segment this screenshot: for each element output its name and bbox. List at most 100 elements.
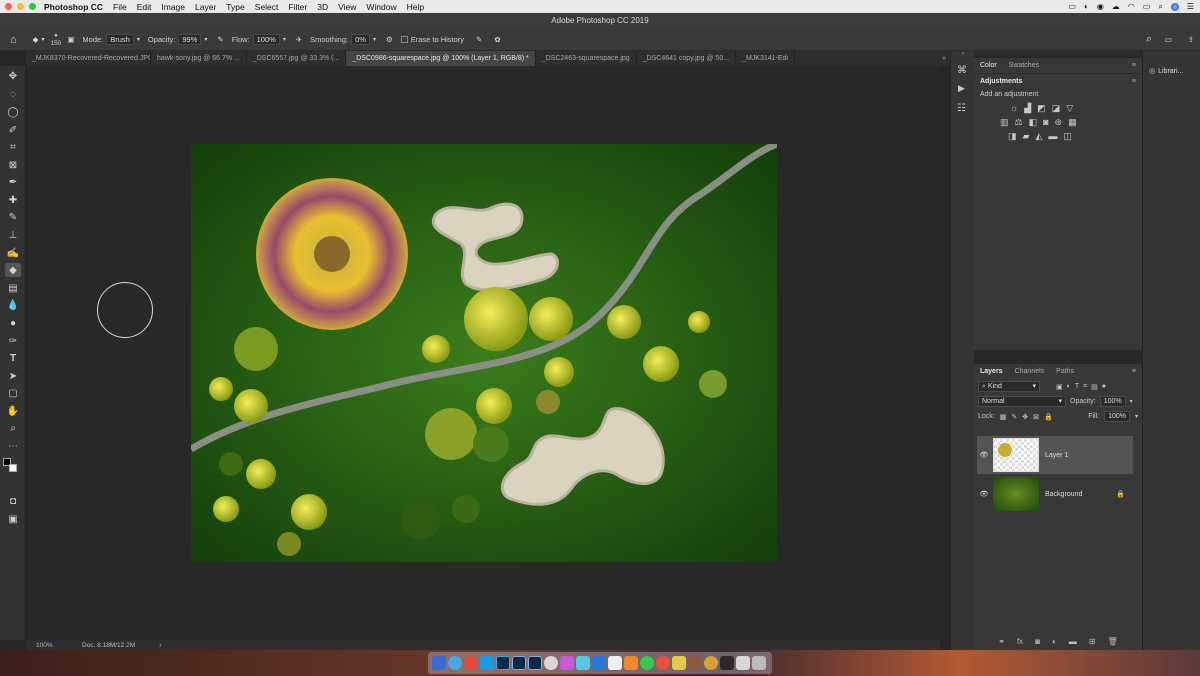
libraries-icon[interactable]: ◎ — [1149, 67, 1155, 75]
eyedropper-tool-icon[interactable]: ✒ — [5, 175, 21, 189]
chevron-down-icon[interactable]: ▾ — [1130, 398, 1133, 405]
search-icon[interactable]: ⌕ — [1158, 2, 1162, 12]
tab-document-active[interactable]: _DSC0986-squarespace.jpg @ 100% (Layer 1… — [346, 51, 536, 66]
minimize-window-button[interactable] — [17, 3, 24, 10]
notification-center-icon[interactable]: ☰ — [1187, 2, 1194, 11]
filter-shape-icon[interactable]: ⌗ — [1083, 383, 1087, 391]
black-white-icon[interactable]: ◧ — [1029, 117, 1038, 128]
tab-color[interactable]: Color — [974, 62, 1003, 69]
lock-position-icon[interactable]: ✥ — [1022, 413, 1028, 421]
symmetry-icon[interactable]: ✿ — [494, 35, 500, 44]
erase-to-history-checkbox[interactable] — [400, 36, 408, 43]
lock-artboard-icon[interactable]: ⊠ — [1033, 413, 1039, 421]
photoshop-icon[interactable] — [496, 656, 510, 670]
pressure-opacity-icon[interactable]: ✎ — [217, 35, 223, 44]
panel-menu-icon[interactable]: ≡ — [1126, 62, 1142, 69]
menu-help[interactable]: Help — [407, 2, 424, 12]
eraser-tool-icon[interactable]: ◆ — [5, 263, 21, 277]
app-icon[interactable] — [688, 656, 702, 670]
tab-document[interactable]: _DSC2463-squarespace.jpg — [536, 51, 637, 66]
tab-layers[interactable]: Layers — [974, 368, 1009, 375]
system-prefs-icon[interactable] — [544, 656, 558, 670]
tabs-overflow-icon[interactable]: » — [942, 51, 950, 66]
mail-icon[interactable] — [480, 656, 494, 670]
display-icon[interactable]: ▭ — [1068, 2, 1076, 11]
type-tool-icon[interactable]: T — [5, 351, 21, 365]
panel-menu-icon[interactable]: ≡ — [1126, 368, 1142, 375]
share-icon[interactable]: ⇪ — [1188, 35, 1194, 44]
menu-3d[interactable]: 3D — [317, 2, 328, 12]
menu-image[interactable]: Image — [161, 2, 185, 12]
selective-color-icon[interactable]: ◫ — [1063, 131, 1072, 142]
calendar-icon[interactable] — [608, 656, 622, 670]
color-lookup-icon[interactable]: ▦ — [1068, 117, 1077, 128]
tab-adjustments[interactable]: Adjustments — [974, 78, 1028, 85]
maximize-window-button[interactable] — [29, 3, 36, 10]
frame-tool-icon[interactable]: ⊠ — [5, 158, 21, 172]
app-icon[interactable] — [656, 656, 670, 670]
history-brush-tool-icon[interactable]: ✍ — [5, 246, 21, 260]
app-icon[interactable] — [720, 656, 734, 670]
lasso-tool-icon[interactable]: ◯ — [5, 105, 21, 119]
layer-kind-filter[interactable]: ⌕ Kind ▾ — [978, 381, 1040, 392]
chevron-down-icon[interactable]: ▾ — [137, 36, 140, 43]
chevron-down-icon[interactable]: ▾ — [204, 36, 207, 43]
chrome-icon[interactable] — [464, 656, 478, 670]
chevron-down-icon[interactable]: ▾ — [41, 36, 44, 43]
marquee-tool-icon[interactable]: ◌ — [5, 87, 21, 101]
layer-style-icon[interactable]: fx — [1017, 637, 1023, 646]
screen-mode-icon[interactable]: ▣ — [5, 512, 21, 526]
chevron-down-icon[interactable]: ▾ — [1135, 413, 1138, 420]
path-selection-tool-icon[interactable]: ➤ — [5, 369, 21, 383]
safari-icon[interactable] — [448, 656, 462, 670]
tab-swatches[interactable]: Swatches — [1003, 62, 1045, 69]
app-icon[interactable] — [704, 656, 718, 670]
levels-icon[interactable]: ▟ — [1024, 103, 1031, 114]
wifi-icon[interactable]: ◠ — [1128, 2, 1135, 11]
tab-document[interactable]: _MJK8370-Recovered-Recovered.JPG — [26, 51, 151, 66]
filter-type-icon[interactable]: T — [1075, 383, 1079, 390]
chevron-down-icon[interactable]: ▾ — [373, 36, 376, 43]
pressure-size-icon[interactable]: ✎ — [476, 35, 482, 44]
app-menu[interactable]: Photoshop CC — [44, 2, 103, 12]
hand-tool-icon[interactable]: ✋ — [5, 404, 21, 418]
tab-channels[interactable]: Channels — [1009, 368, 1051, 375]
color-balance-icon[interactable]: ⚖ — [1015, 117, 1023, 128]
eraser-tool-preset-icon[interactable]: ◆ — [33, 35, 39, 44]
more-tools-icon[interactable]: ⋯ — [5, 439, 21, 453]
lock-pixels-icon[interactable]: ✎ — [1011, 413, 1017, 421]
app-store-icon[interactable] — [576, 656, 590, 670]
settings-icon[interactable]: ◉ — [1097, 2, 1104, 11]
brush-size-picker[interactable]: ● 150 — [50, 33, 61, 47]
trash-icon[interactable] — [752, 656, 766, 670]
siri-icon[interactable] — [1170, 2, 1179, 11]
layer-row-layer-1[interactable]: 👁 Layer 1 — [977, 436, 1133, 474]
menu-view[interactable]: View — [338, 2, 356, 12]
lock-all-icon[interactable]: 🔒 — [1044, 413, 1053, 421]
invert-icon[interactable]: ◨ — [1008, 131, 1017, 142]
properties-panel-icon[interactable]: ☷ — [957, 103, 966, 114]
quick-selection-tool-icon[interactable]: ✐ — [5, 123, 21, 137]
toggle-icon[interactable]: ◐ — [1084, 2, 1089, 11]
zoom-level[interactable]: 100% — [36, 642, 76, 649]
brush-tool-icon[interactable]: ✎ — [5, 210, 21, 224]
layer-opacity-field[interactable]: 100% — [1099, 396, 1126, 407]
finder-icon[interactable] — [432, 656, 446, 670]
move-tool-icon[interactable]: ✥ — [5, 69, 21, 83]
flow-field[interactable]: 100% — [252, 34, 280, 45]
smoothing-field[interactable]: 0% — [351, 34, 370, 45]
blend-mode-select[interactable]: Normal ▾ — [978, 396, 1066, 407]
posterize-icon[interactable]: ▰ — [1023, 131, 1030, 142]
filter-adjustment-icon[interactable]: ◐ — [1067, 383, 1071, 390]
fill-field[interactable]: 100% — [1104, 411, 1130, 422]
document-size[interactable]: Doc: 8.18M/12.2M — [82, 642, 135, 649]
airbrush-icon[interactable]: ✈ — [296, 35, 302, 44]
home-icon[interactable]: ⌂ — [10, 34, 17, 46]
healing-brush-tool-icon[interactable]: ✚ — [5, 193, 21, 207]
quick-mask-icon[interactable]: ◘ — [5, 494, 21, 508]
zoom-tool-icon[interactable]: ⌕ — [5, 421, 21, 435]
layer-row-background[interactable]: 👁 Background 🔒 — [977, 475, 1133, 513]
messages-icon[interactable] — [640, 656, 654, 670]
threshold-icon[interactable]: ◭ — [1035, 131, 1042, 142]
smoothing-settings-gear-icon[interactable]: ⚙ — [386, 35, 393, 44]
